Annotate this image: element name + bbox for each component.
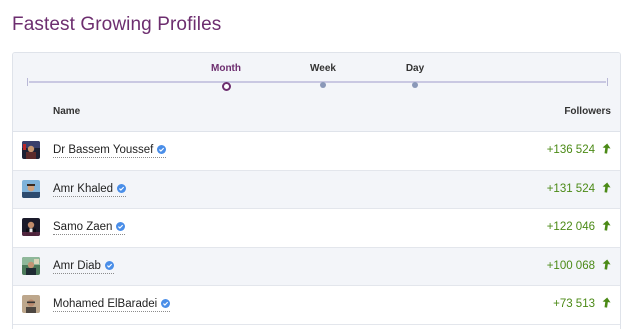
trend-up-arrow-icon bbox=[602, 259, 611, 270]
avatar[interactable] bbox=[22, 295, 40, 313]
profile-name[interactable]: Amr Diab bbox=[53, 260, 114, 274]
period-day-dot[interactable] bbox=[412, 82, 418, 88]
period-day-label: Day bbox=[405, 63, 425, 74]
profile-row[interactable]: Amr Khaled +131 524 bbox=[13, 170, 620, 209]
period-day[interactable]: Day bbox=[375, 63, 455, 88]
verified-badge-icon bbox=[161, 299, 171, 308]
verified-badge-icon bbox=[157, 145, 167, 154]
followers-growth: +73 513 bbox=[553, 298, 595, 310]
slider-right-end bbox=[604, 78, 608, 86]
followers-growth: +136 524 bbox=[546, 144, 595, 156]
profile-row[interactable]: Samo Zaen +122 046 bbox=[13, 209, 620, 248]
period-month[interactable]: Month bbox=[186, 63, 266, 91]
profile-name-text: Amr Diab bbox=[53, 259, 101, 272]
profile-name-text: Amr Khaled bbox=[53, 182, 114, 195]
profiles-list: Dr Bassem Youssef +136 524 Amr Khaled +1… bbox=[13, 132, 620, 325]
profile-row[interactable]: Dr Bassem Youssef +136 524 bbox=[13, 132, 620, 171]
slider-left-end bbox=[27, 78, 31, 86]
period-week-label: Week bbox=[310, 63, 336, 74]
followers-growth: +122 046 bbox=[546, 221, 595, 233]
profile-name[interactable]: Dr Bassem Youssef bbox=[53, 144, 167, 158]
period-week[interactable]: Week bbox=[283, 63, 363, 88]
verified-badge-icon bbox=[117, 183, 127, 193]
trend-up-arrow-icon bbox=[602, 297, 611, 308]
avatar[interactable] bbox=[22, 179, 40, 198]
profile-name[interactable]: Amr Khaled bbox=[53, 182, 127, 197]
trend-up-arrow-icon bbox=[602, 182, 611, 193]
avatar[interactable] bbox=[22, 218, 40, 236]
profile-row[interactable]: Mohamed ElBaradei +73 513 bbox=[13, 286, 620, 325]
trend-up-arrow-icon bbox=[602, 143, 611, 154]
avatar[interactable] bbox=[22, 256, 40, 275]
panel-header: Month Week Day Name Followers bbox=[13, 53, 620, 132]
page-title: Fastest Growing Profiles bbox=[12, 14, 222, 35]
followers-growth: +100 068 bbox=[546, 259, 595, 272]
verified-badge-icon bbox=[116, 222, 126, 231]
profile-name-text: Dr Bassem Youssef bbox=[53, 144, 154, 156]
avatar[interactable] bbox=[22, 141, 40, 159]
column-header-name: Name bbox=[53, 106, 81, 117]
verified-badge-icon bbox=[104, 260, 114, 270]
column-header-followers: Followers bbox=[564, 106, 611, 117]
trend-up-arrow-icon bbox=[602, 220, 611, 231]
profiles-panel: Month Week Day Name Followers Dr Bassem … bbox=[12, 52, 621, 329]
period-month-handle[interactable] bbox=[221, 82, 231, 91]
followers-growth: +131 524 bbox=[546, 182, 595, 195]
profile-name[interactable]: Samo Zaen bbox=[53, 221, 126, 235]
profile-name-text: Mohamed ElBaradei bbox=[53, 298, 158, 310]
period-month-label: Month bbox=[211, 63, 241, 74]
period-week-dot[interactable] bbox=[320, 82, 326, 88]
profile-row[interactable]: Amr Diab +100 068 bbox=[13, 247, 620, 286]
profile-name[interactable]: Mohamed ElBaradei bbox=[53, 298, 171, 312]
profile-name-text: Samo Zaen bbox=[53, 221, 113, 233]
